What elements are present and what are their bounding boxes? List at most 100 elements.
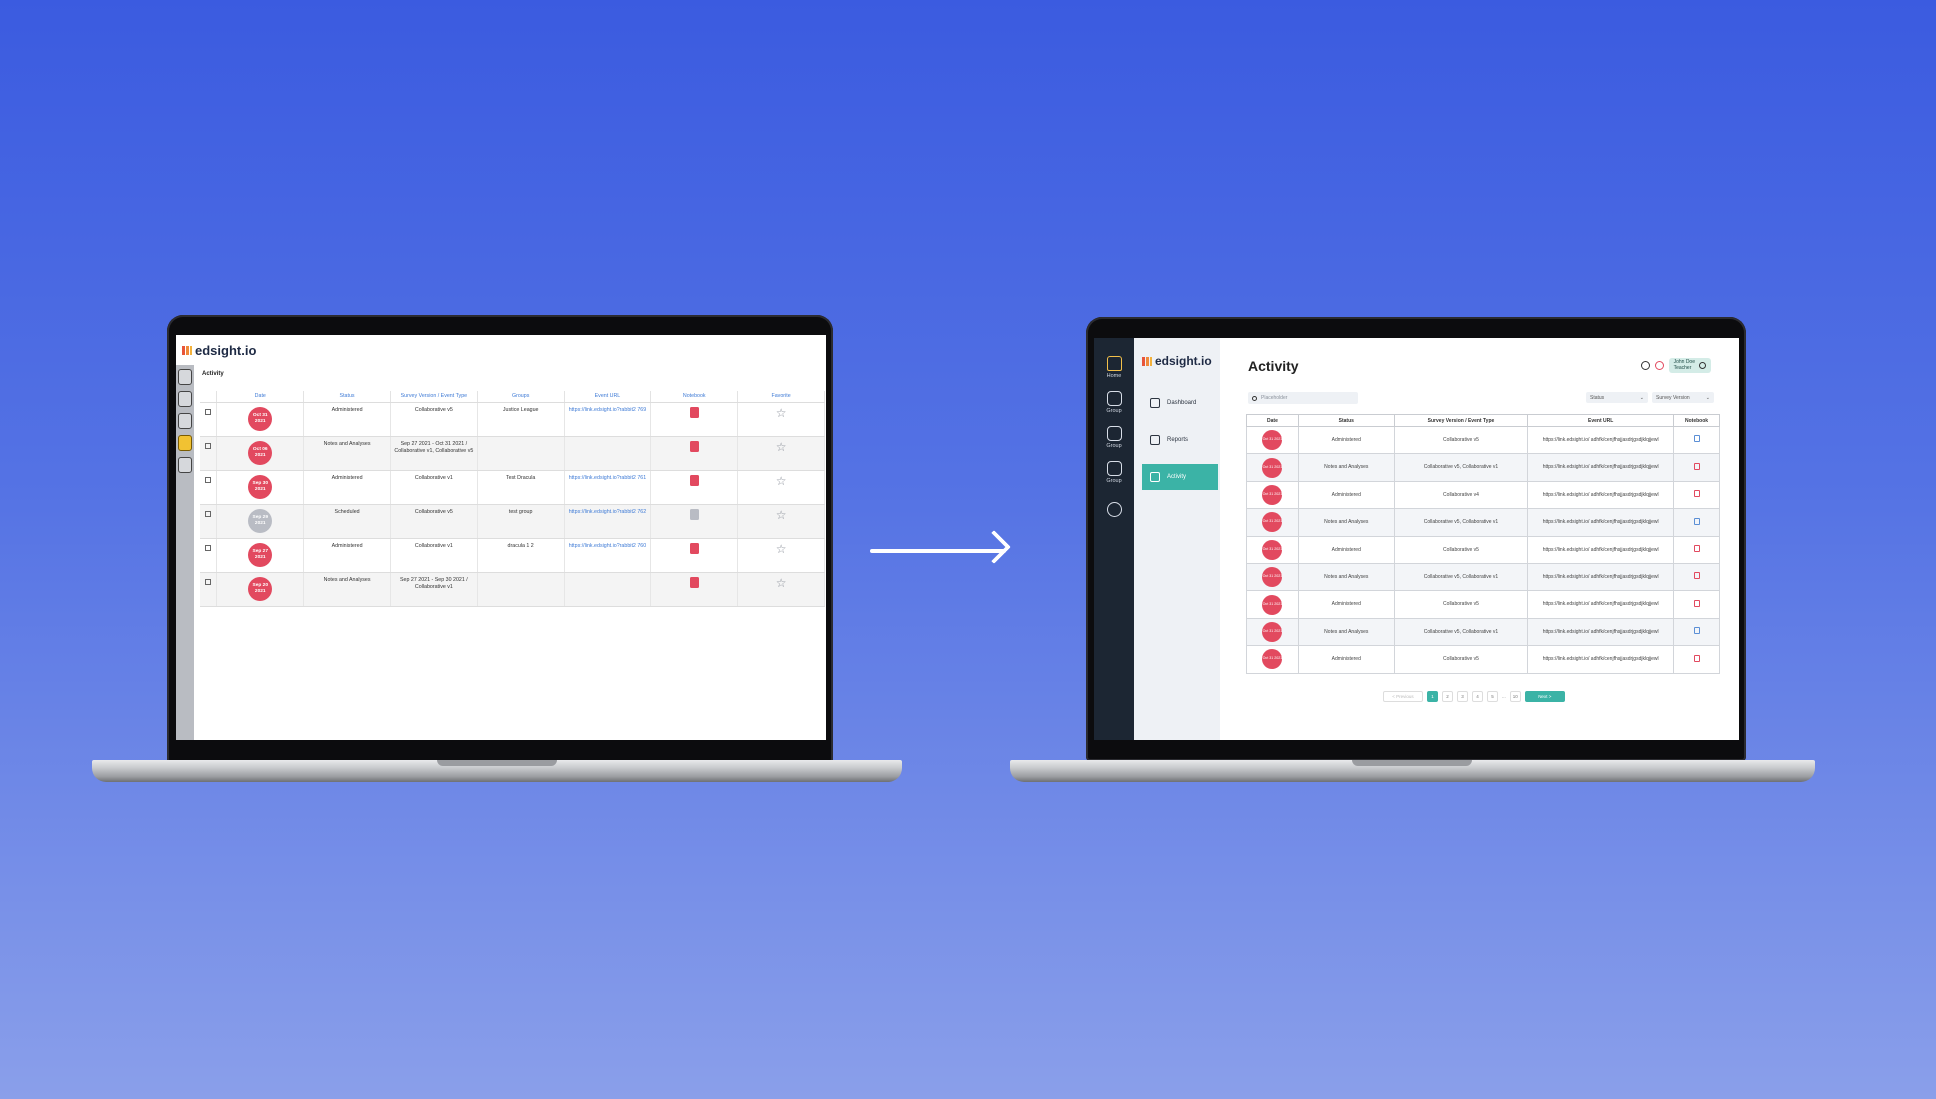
row-checkbox[interactable] (205, 408, 212, 415)
home-icon (1106, 356, 1122, 371)
page-button[interactable]: 3 (1457, 691, 1468, 702)
old-table-row[interactable]: Sep 29 2021 Scheduled Collaborative v5 test … (200, 504, 825, 539)
old-page-title: Activity (202, 371, 224, 377)
star-icon[interactable]: ☆ (776, 542, 787, 556)
row-checkbox[interactable] (205, 578, 212, 585)
event-url-link[interactable]: https://link.edsight.io?rabbit2 760 (569, 543, 646, 549)
old-cell-notebook (650, 402, 739, 437)
notebook-icon[interactable] (1693, 545, 1700, 552)
table-row[interactable]: Oct 31 2021 Notes and Analyses Collaborati… (1246, 508, 1720, 537)
survey-version-filter[interactable]: Survey Version ⌄ (1652, 392, 1714, 403)
rail-item[interactable]: Group (1094, 391, 1134, 414)
notification-icon[interactable] (1654, 361, 1664, 370)
list-icon[interactable] (178, 435, 192, 451)
cell-url[interactable]: https://link.edsight.io/ adhfk/cenjfhsjj… (1527, 453, 1675, 482)
nav-dashboard[interactable]: Dashboard (1142, 390, 1218, 416)
old-cell-status: Scheduled (303, 504, 391, 539)
star-icon[interactable]: ☆ (776, 508, 787, 522)
notebook-icon[interactable] (689, 542, 699, 554)
old-cell-survey: Collaborative v1 (390, 538, 478, 573)
row-checkbox[interactable] (205, 510, 212, 517)
status-filter[interactable]: Status ⌄ (1586, 392, 1648, 403)
search-input[interactable]: Placeholder (1248, 392, 1358, 404)
notebook-icon[interactable] (1693, 462, 1700, 470)
cell-url[interactable]: https://link.edsight.io/ adhfk/cenjfhsjj… (1527, 645, 1675, 674)
previous-button[interactable]: < Previous (1383, 691, 1423, 702)
notebook-icon[interactable] (1693, 599, 1700, 607)
notebook-icon[interactable] (1693, 435, 1700, 443)
notebook-icon[interactable] (689, 406, 699, 418)
notebook-icon[interactable] (689, 576, 699, 588)
star-icon[interactable]: ☆ (776, 440, 787, 454)
old-table-row[interactable]: Oct 31 2021 Administered Collaborative v5 Ju… (200, 402, 825, 437)
notebook-icon[interactable] (1693, 490, 1700, 498)
cell-url[interactable]: https://link.edsight.io/ adhfk/cenjfhsjj… (1527, 562, 1675, 592)
table-row[interactable]: Oct 31 2021 Notes and Analyses Collaborati… (1246, 617, 1720, 647)
rail-item[interactable] (1094, 502, 1134, 519)
cell-survey: Collaborative v5, Collaborative v1 (1393, 617, 1529, 647)
side-nav: edsight.io Dashboard Reports Activity (1134, 338, 1220, 740)
table-row[interactable]: Oct 31 2021 Administered Collaborative v4 h… (1246, 480, 1720, 510)
table-row[interactable]: Oct 31 2021 Administered Collaborative v5 h… (1246, 590, 1720, 619)
rail-item[interactable]: Group (1094, 426, 1134, 449)
globe-icon[interactable] (178, 391, 192, 407)
notebook-icon[interactable] (689, 474, 699, 486)
old-cell-groups: Justice League (477, 402, 565, 437)
next-button[interactable]: Next > (1524, 691, 1565, 702)
page-button[interactable]: 5 (1487, 691, 1498, 702)
rail-item[interactable]: Group (1094, 461, 1134, 484)
calendar-icon[interactable] (178, 369, 192, 385)
cell-notebook (1673, 508, 1720, 537)
cell-url[interactable]: https://link.edsight.io/ adhfk/cenjfhsjj… (1527, 535, 1675, 564)
old-cell-date: Sep 20 2021 (216, 572, 305, 607)
notebook-icon[interactable] (1693, 517, 1700, 525)
row-checkbox[interactable] (205, 476, 212, 483)
old-table-row[interactable]: Sep 20 2021 Notes and Analyses Sep 27 2021 … (200, 572, 825, 607)
table-row[interactable]: Oct 31 2021 Notes and Analyses Collaborati… (1246, 453, 1720, 482)
table-row[interactable]: Oct 31 2021 Notes and Analyses Collaborati… (1246, 562, 1720, 592)
table-row[interactable]: Oct 31 2021 Administered Collaborative v5 h… (1246, 425, 1720, 455)
help-icon[interactable] (1640, 361, 1650, 370)
cell-url[interactable]: https://link.edsight.io/ adhfk/cenjfhsjj… (1527, 617, 1675, 647)
user-chip[interactable]: John Doe Teacher (1668, 358, 1711, 373)
nav-activity[interactable]: Activity (1142, 464, 1218, 490)
rail-item[interactable]: Home (1094, 356, 1134, 379)
cell-url[interactable]: https://link.edsight.io/ adhfk/cenjfhsjj… (1527, 508, 1675, 537)
table-row[interactable]: Oct 31 2021 Administered Collaborative v5 h… (1246, 535, 1720, 564)
table-row[interactable]: Oct 31 2021 Administered Collaborative v5 h… (1246, 645, 1720, 674)
star-icon[interactable]: ☆ (776, 576, 787, 590)
row-checkbox[interactable] (205, 544, 212, 551)
event-url-link[interactable]: https://link.edsight.io?rabbit2 769 (569, 407, 646, 413)
cell-url[interactable]: https://link.edsight.io/ adhfk/cenjfhsjj… (1527, 425, 1675, 455)
old-table-row[interactable]: Sep 30 2021 Administered Collaborative v1 Te… (200, 470, 825, 505)
old-cell-notebook (650, 538, 739, 573)
date-badge: Oct 31 2021 (1262, 621, 1283, 642)
notebook-icon[interactable] (689, 440, 699, 452)
bar-chart-icon[interactable] (178, 413, 192, 429)
page-button[interactable]: 4 (1472, 691, 1483, 702)
row-checkbox[interactable] (205, 442, 212, 449)
rail-item-label: Group (1106, 408, 1122, 414)
notebook-icon[interactable] (1693, 627, 1700, 635)
event-url-link[interactable]: https://link.edsight.io?rabbit2 762 (569, 509, 646, 515)
clock-icon[interactable] (178, 457, 192, 473)
cell-date: Oct 31 2021 (1246, 535, 1299, 564)
notebook-icon[interactable] (1693, 572, 1700, 580)
event-url-link[interactable]: https://link.edsight.io?rabbit2 761 (569, 475, 646, 481)
old-cell-survey: Sep 27 2021 - Sep 30 2021 / Collaborativ… (390, 572, 478, 607)
notebook-icon[interactable] (1693, 654, 1700, 662)
date-badge: Sep 30 2021 (248, 474, 273, 499)
star-icon[interactable]: ☆ (776, 406, 787, 420)
page-button[interactable]: 2 (1442, 691, 1453, 702)
date-badge: Oct 31 2021 (1262, 539, 1283, 560)
old-table-row[interactable]: Sep 27 2021 Administered Collaborative v1 dr… (200, 538, 825, 573)
notebook-icon[interactable] (689, 508, 699, 520)
page-button[interactable]: 1 (1427, 691, 1438, 702)
cell-url[interactable]: https://link.edsight.io/ adhfk/cenjfhsjj… (1527, 590, 1675, 619)
star-icon[interactable]: ☆ (776, 474, 787, 488)
page-button[interactable]: 10 (1509, 691, 1521, 702)
icon-rail: Home Group Group Group (1094, 338, 1134, 740)
nav-reports[interactable]: Reports (1142, 427, 1218, 453)
old-table-row[interactable]: Oct 06 2021 Notes and Analyses Sep 27 2021 … (200, 436, 825, 471)
cell-url[interactable]: https://link.edsight.io/ adhfk/cenjfhsjj… (1527, 480, 1675, 510)
